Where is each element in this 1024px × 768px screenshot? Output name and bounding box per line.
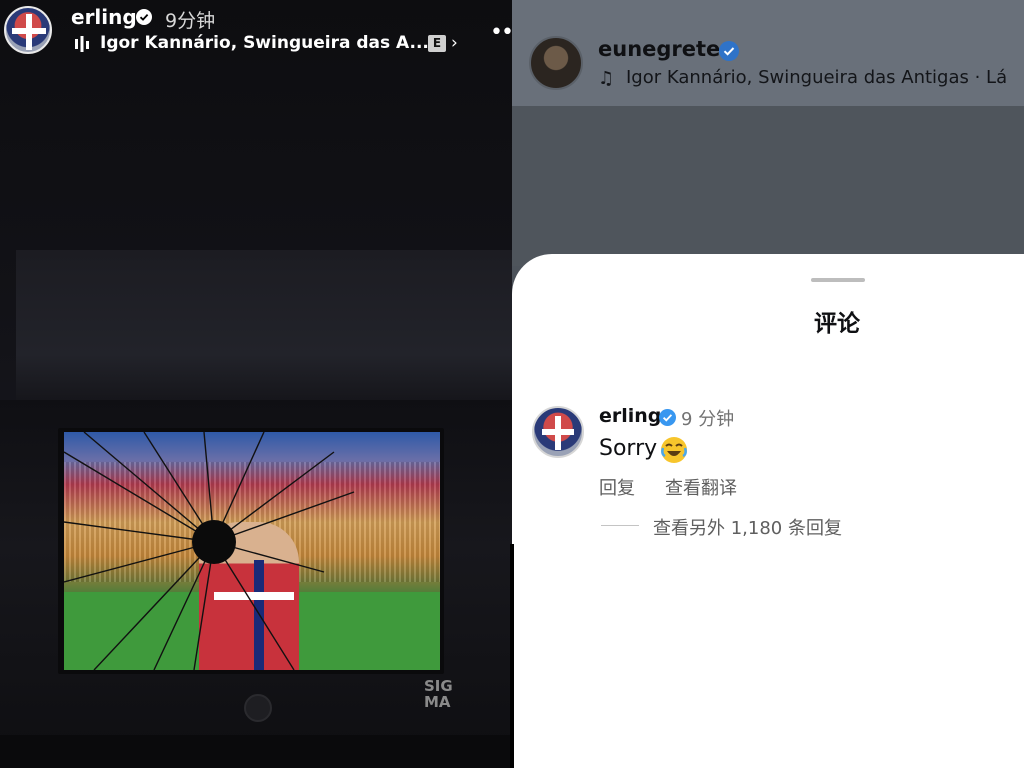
reel-header (512, 0, 1024, 106)
comment-text: Sorry (599, 436, 658, 461)
reel-avatar[interactable] (529, 36, 583, 90)
laughing-emoji-icon (661, 437, 687, 463)
music-bars-icon (75, 36, 89, 52)
story-panel: SIG MA erling 9分钟 Igor Kannário, Swinguei… (0, 0, 512, 768)
story-avatar[interactable] (4, 6, 52, 54)
reel-username[interactable]: eunegrete (598, 37, 720, 61)
flag-cross-horizontal (542, 429, 574, 435)
story-username[interactable]: erling (71, 5, 137, 29)
story-music-track[interactable]: Igor Kannário, Swingueira das A... (100, 33, 429, 53)
story-time: 9分钟 (165, 10, 216, 32)
comment-username[interactable]: erling (599, 405, 661, 427)
panel-divider (510, 544, 514, 768)
comment-time: 9 分钟 (681, 409, 735, 430)
comments-sheet: 评论 erling 9 分钟 Sorry 回复 查看翻译 查看另外 1,180 … (512, 254, 1024, 768)
sheet-drag-handle[interactable] (811, 278, 865, 282)
screen-crack (64, 432, 355, 670)
reel-video-area (512, 106, 1024, 266)
tv-screen (64, 432, 440, 670)
view-more-replies-button[interactable]: 查看另外 1,180 条回复 (653, 514, 842, 540)
music-note-icon: ♫ (598, 68, 615, 89)
tv-knob (244, 694, 272, 722)
comment-avatar[interactable] (532, 406, 584, 458)
story-background-wall (16, 250, 512, 400)
explicit-badge: E (428, 35, 446, 52)
replies-divider-line (601, 525, 639, 526)
floor (0, 735, 512, 768)
comments-title: 评论 (814, 311, 860, 337)
verified-icon (719, 41, 739, 61)
reply-button[interactable]: 回复 (599, 474, 635, 500)
flag-cross-horizontal (12, 28, 46, 34)
see-translation-button[interactable]: 查看翻译 (665, 474, 737, 500)
chevron-right-icon[interactable]: › (451, 33, 458, 53)
tv-brand-label: SIG MA (424, 677, 453, 711)
verified-icon (136, 9, 152, 25)
reel-music-track[interactable]: Igor Kannário, Swingueira das Antigas · … (626, 67, 1007, 88)
verified-icon (659, 409, 676, 426)
more-options-icon[interactable]: •• (490, 20, 512, 45)
